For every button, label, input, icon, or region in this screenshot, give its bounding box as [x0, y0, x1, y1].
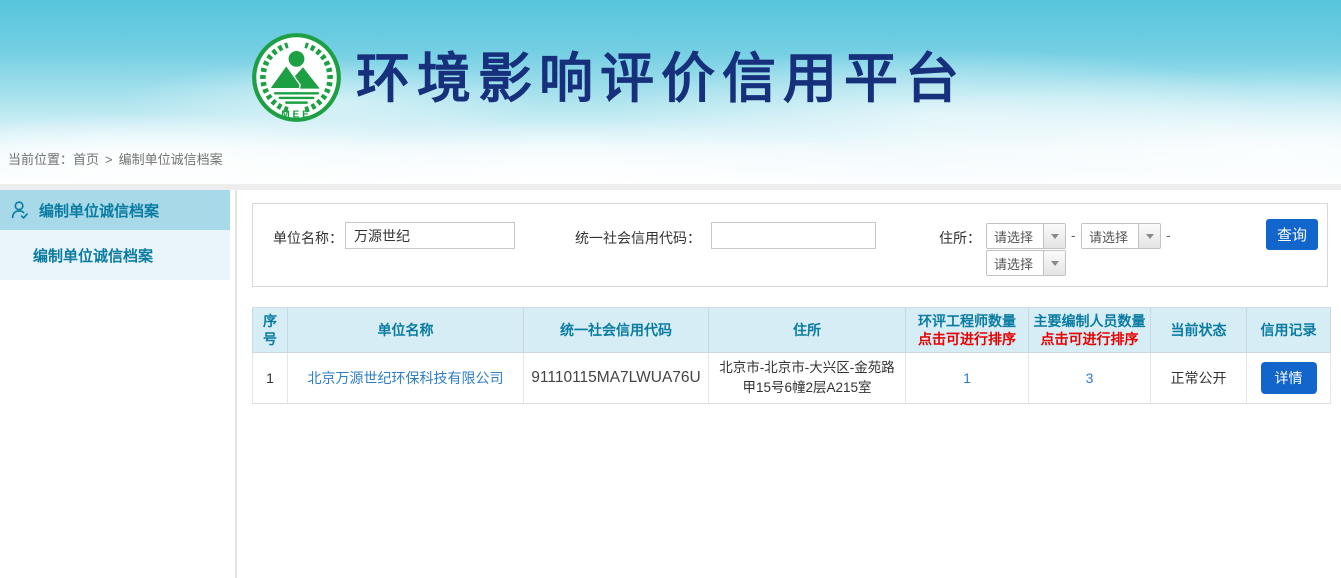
breadcrumb: 当前位置：首页 > 编制单位诚信档案	[8, 149, 223, 168]
chevron-down-icon[interactable]	[1043, 251, 1065, 275]
credit-code-input[interactable]	[711, 222, 876, 249]
company-link[interactable]: 北京万源世纪环保科技有限公司	[308, 370, 504, 386]
address-label: 住所：	[939, 228, 981, 248]
breadcrumb-home-link[interactable]: 首页	[73, 152, 99, 167]
sidebar-subitem-unit-credit-archive[interactable]: 编制单位诚信档案	[0, 230, 230, 280]
mee-logo-icon: MEE	[250, 31, 343, 124]
col-header-address: 住所	[709, 308, 906, 353]
address-dash-1: -	[1071, 227, 1076, 243]
sidebar-item-label: 编制单位诚信档案	[39, 200, 159, 221]
credit-code-label: 统一社会信用代码：	[575, 228, 701, 248]
logo-text: MEE	[281, 109, 312, 120]
cell-address: 北京市-北京市-大兴区-金苑路甲15号6幢2层A215室	[709, 353, 906, 404]
query-button[interactable]: 查询	[1266, 219, 1318, 250]
col-header-company: 单位名称	[288, 308, 524, 353]
unit-name-input[interactable]	[345, 222, 515, 249]
cell-staff-count: 3	[1029, 353, 1151, 404]
sidebar-subitem-label: 编制单位诚信档案	[33, 245, 153, 266]
table-header-row: 序号 单位名称 统一社会信用代码 住所 环评工程师数量 点击可进行排序 主要编制…	[253, 308, 1331, 353]
cell-engineer-count: 1	[906, 353, 1029, 404]
cell-company: 北京万源世纪环保科技有限公司	[288, 353, 524, 404]
sort-hint: 点击可进行排序	[910, 330, 1024, 348]
address-province-select[interactable]: 请选择	[986, 223, 1066, 249]
sidebar-divider	[235, 190, 237, 578]
breadcrumb-current: 编制单位诚信档案	[119, 152, 223, 167]
detail-button[interactable]: 详情	[1261, 362, 1317, 394]
select-value: 请选择	[987, 254, 1043, 273]
search-panel: 单位名称： 统一社会信用代码： 住所： 请选择 - 请选择 - 请选择 查询	[252, 203, 1328, 287]
cell-status: 正常公开	[1151, 353, 1247, 404]
col-header-staff-count-sort[interactable]: 主要编制人员数量 点击可进行排序	[1029, 308, 1151, 353]
person-check-icon	[9, 199, 31, 221]
chevron-down-icon[interactable]	[1043, 224, 1065, 248]
breadcrumb-prefix: 当前位置：	[8, 152, 73, 167]
results-table: 序号 单位名称 统一社会信用代码 住所 环评工程师数量 点击可进行排序 主要编制…	[252, 307, 1331, 404]
table-row: 1 北京万源世纪环保科技有限公司 91110115MA7LWUA76U 北京市-…	[253, 353, 1331, 404]
engineer-count-link[interactable]: 1	[963, 370, 971, 386]
chevron-down-icon[interactable]	[1138, 224, 1160, 248]
sort-hint: 点击可进行排序	[1033, 330, 1146, 348]
address-district-select[interactable]: 请选择	[986, 250, 1066, 276]
address-city-select[interactable]: 请选择	[1081, 223, 1161, 249]
select-value: 请选择	[1082, 227, 1138, 246]
col-header-engineer-count-sort[interactable]: 环评工程师数量 点击可进行排序	[906, 308, 1029, 353]
col-header-credit-code: 统一社会信用代码	[524, 308, 709, 353]
cell-credit-code: 91110115MA7LWUA76U	[524, 353, 709, 404]
address-dash-2: -	[1166, 227, 1171, 243]
staff-count-link[interactable]: 3	[1086, 370, 1094, 386]
cell-index: 1	[253, 353, 288, 404]
sidebar-item-unit-credit-archive[interactable]: 编制单位诚信档案	[0, 190, 230, 230]
col-header-credit-record: 信用记录	[1247, 308, 1331, 353]
breadcrumb-separator: >	[105, 152, 113, 167]
select-value: 请选择	[987, 227, 1043, 246]
col-header-status: 当前状态	[1151, 308, 1247, 353]
page-title: 环境影响评价信用平台	[356, 34, 966, 113]
col-header-index: 序号	[253, 308, 288, 353]
cell-credit-record: 详情	[1247, 353, 1331, 404]
unit-name-label: 单位名称：	[273, 228, 343, 248]
sidebar: 编制单位诚信档案 编制单位诚信档案	[0, 190, 230, 578]
